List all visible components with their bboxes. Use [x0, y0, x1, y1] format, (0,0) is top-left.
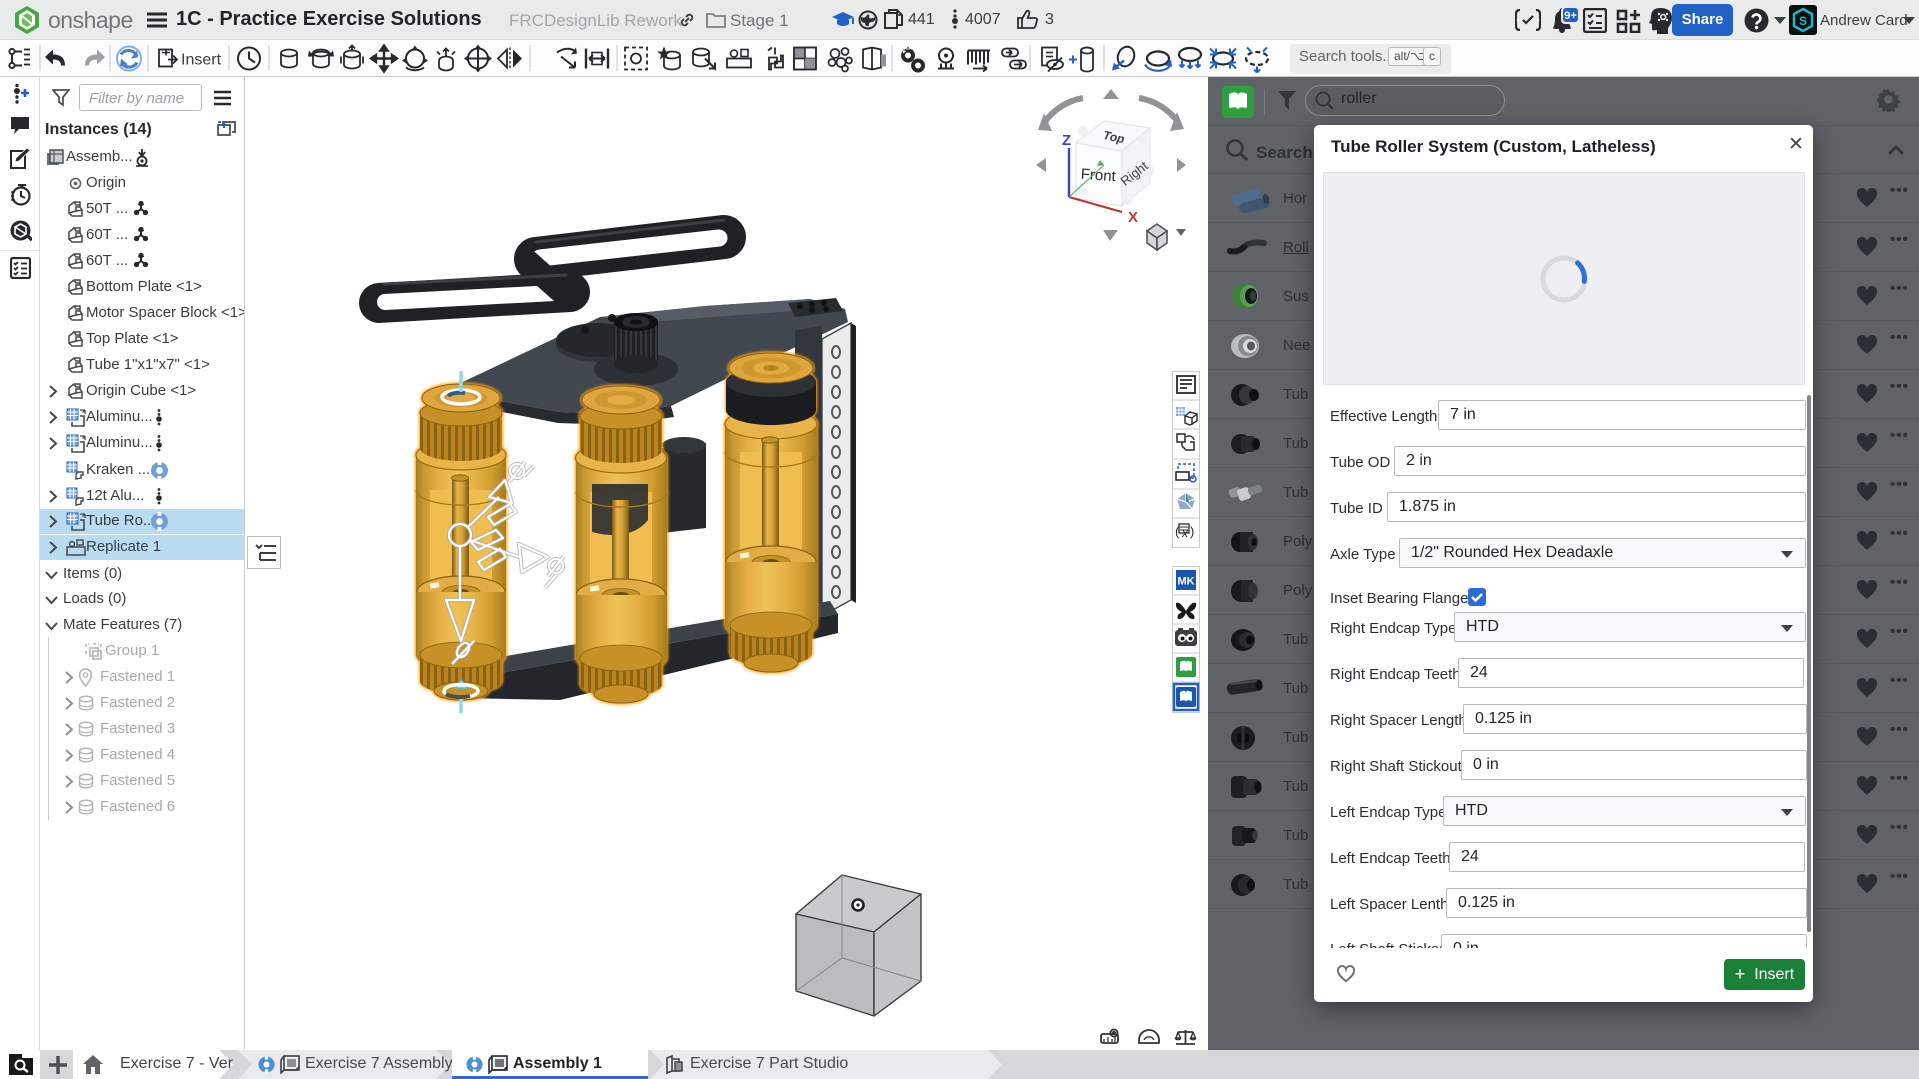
svg-text:9+: 9+ — [1564, 10, 1577, 22]
svg-text:S: S — [1799, 14, 1807, 28]
svg-text:MK: MK — [1177, 576, 1194, 588]
svg-text:Z: Z — [1062, 132, 1071, 149]
svg-text:X: X — [1128, 209, 1138, 226]
svg-text:x: x — [1181, 526, 1189, 540]
svg-text:): ) — [1190, 524, 1194, 539]
svg-text:Insert: Insert — [181, 52, 222, 69]
